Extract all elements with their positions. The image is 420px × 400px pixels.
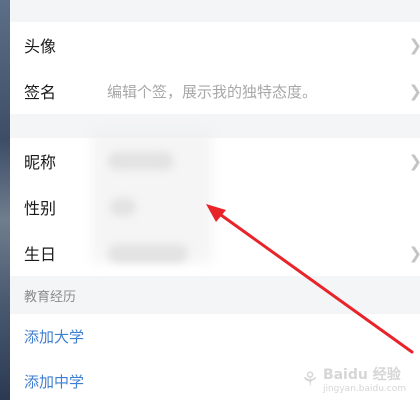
chevron-right-icon: ❯ [409,152,420,171]
signature-label: 签名 [24,83,57,102]
avatar-row[interactable]: 头像 ❯ [10,22,420,68]
chevron-right-icon: ❯ [409,244,420,263]
baidu-jingyan-watermark: ⚘ Baidu 经验 jingyan.baidu.com [301,364,406,394]
avatar-label: 头像 [24,37,57,56]
birthday-row[interactable]: 生日 ❯ [10,230,420,276]
signature-placeholder: 编辑个签，展示我的独特态度。 [107,82,318,101]
profile-edit-screen: 头像 ❯ 签名 编辑个签，展示我的独特态度。 ❯ 昵称 ❯ 性别 生日 ❯ 教育… [10,0,420,400]
chevron-right-icon: ❯ [409,82,420,101]
group-spacer [10,114,420,138]
watermark-text: Baidu 经验 jingyan.baidu.com [323,364,406,394]
signature-row[interactable]: 签名 编辑个签，展示我的独特态度。 ❯ [10,68,420,114]
gender-label: 性别 [24,199,57,218]
personal-info-group: 昵称 ❯ 性别 生日 ❯ [10,138,420,276]
gender-row[interactable]: 性别 [10,184,420,230]
watermark-brand: Baidu 经验 [322,367,401,383]
add-university-link[interactable]: 添加大学 [10,314,420,359]
privacy-blur-overlay [92,128,212,263]
top-spacer [10,0,420,22]
chevron-right-icon: ❯ [409,36,420,55]
nickname-row[interactable]: 昵称 ❯ [10,138,420,184]
birthday-label: 生日 [24,245,57,264]
background-photo-strip [0,0,10,400]
education-section-title: 教育经历 [10,276,420,314]
nickname-label: 昵称 [24,153,57,172]
watermark-url: jingyan.baidu.com [322,384,406,394]
basic-info-group: 头像 ❯ 签名 编辑个签，展示我的独特态度。 ❯ [10,22,420,114]
paw-logo-icon: ⚘ [301,367,319,391]
